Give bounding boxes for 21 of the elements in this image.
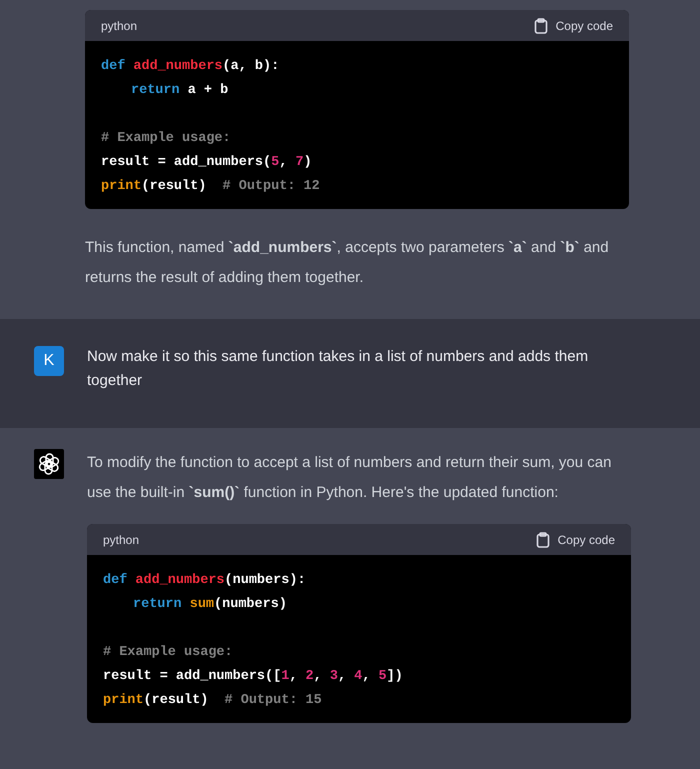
code-line: return sum(numbers) — [133, 596, 287, 614]
code-line: print(result) # Output: 12 — [101, 178, 320, 196]
code-line: def add_numbers(a, b): — [101, 58, 280, 76]
user-avatar: K — [34, 346, 64, 376]
code-line: def add_numbers(numbers): — [103, 572, 306, 590]
message-text: Now make it so this same function takes in a list of numbers and adds them together — [87, 347, 590, 391]
clipboard-icon — [534, 18, 548, 34]
message-text: This function, named `add_numbers`, accepts two parameters `a` and `b` and returns the result of adding them together. — [85, 238, 610, 288]
message-text: To modify the function to accept a list of numbers and return their sum, you can use the built-in `sum()` function in Python. Here's the updated function: — [87, 453, 612, 503]
code-line: # Example usage: — [101, 130, 231, 148]
copy-code-button[interactable]: Copy code — [536, 530, 615, 548]
language-label: python — [101, 18, 138, 34]
clipboard-icon — [536, 532, 550, 548]
code-line: result = add_numbers([1, 2, 3, 4, 5]) — [103, 668, 403, 686]
code-line: print(result) # Output: 15 — [103, 692, 322, 710]
code-line: return a + b — [131, 82, 228, 100]
copy-code-button[interactable]: Copy code — [534, 16, 613, 34]
language-label: python — [103, 532, 140, 548]
knot-logo-icon — [34, 449, 64, 479]
code-line: # Example usage: — [103, 644, 233, 662]
code-line: result = add_numbers(5, 7) — [101, 154, 312, 172]
